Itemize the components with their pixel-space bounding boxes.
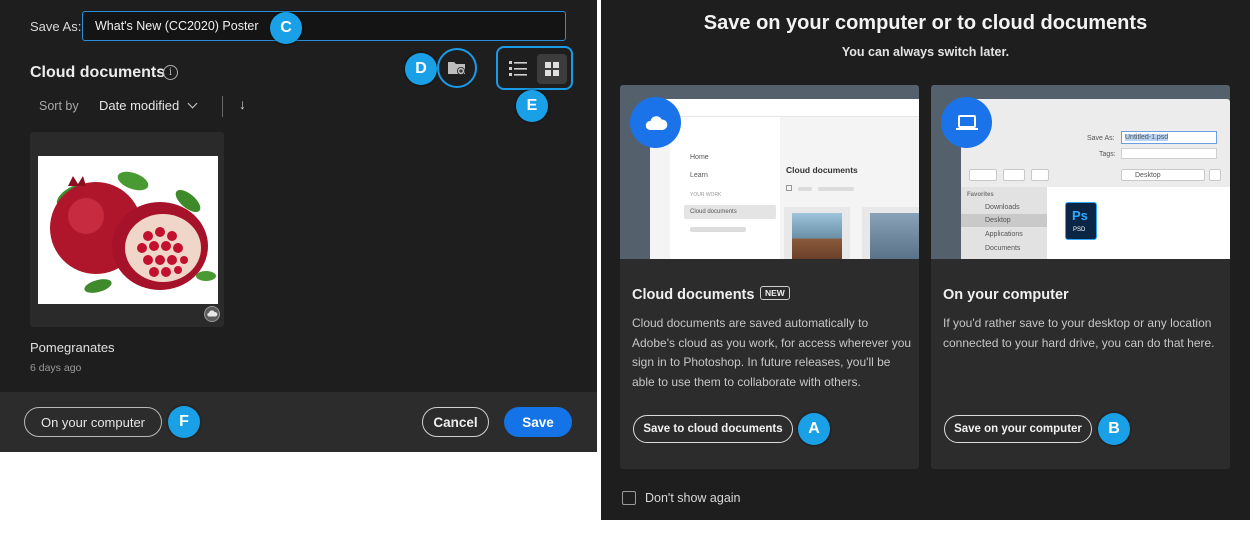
on-your-computer-button[interactable]: On your computer <box>24 407 162 437</box>
cloud-option-description: Cloud documents are saved automatically … <box>632 316 912 390</box>
cloud-documents-preview: Home Learn YOUR WORK Cloud documents Clo… <box>620 85 919 259</box>
cloud-documents-option-card: Home Learn YOUR WORK Cloud documents Clo… <box>620 85 919 469</box>
sort-dropdown[interactable]: Date modified <box>99 98 198 113</box>
new-folder-icon <box>448 62 465 75</box>
section-title: Cloud documents <box>30 64 166 81</box>
dialog-heading: Save on your computer or to cloud docume… <box>703 12 1148 34</box>
callout-badge-b: B <box>1098 413 1130 445</box>
callout-badge-f: F <box>168 406 200 438</box>
preview-tags-label: Tags: <box>1099 151 1116 158</box>
dialog-subheading: You can always switch later. <box>841 45 1010 59</box>
callout-badge-d: D <box>405 53 437 85</box>
list-view-icon <box>509 61 527 76</box>
preview-fav-desktop: Desktop <box>985 217 1011 224</box>
psd-icon-ext: PSD <box>1073 227 1086 233</box>
file-modified-date: 6 days ago <box>30 362 82 374</box>
dont-show-again-checkbox[interactable] <box>622 491 636 505</box>
grid-view-button[interactable] <box>537 54 567 84</box>
file-name: Pomegranates <box>30 340 115 355</box>
cloud-icon <box>630 97 681 148</box>
cloud-option-title: Cloud documents <box>632 287 755 303</box>
dont-show-again-label: Don't show again <box>645 491 741 505</box>
callout-badge-c: C <box>270 12 302 44</box>
list-view-button[interactable] <box>506 56 530 80</box>
preview-location: Desktop <box>1135 172 1161 179</box>
arrow-down-icon[interactable]: ↓ <box>239 96 246 112</box>
file-thumbnail-card[interactable] <box>30 132 224 327</box>
preview-save-as-label: Save As: <box>1087 135 1115 142</box>
view-toggle-group <box>496 46 573 90</box>
save-to-cloud-documents-button[interactable]: Save to cloud documents <box>633 415 793 443</box>
preview-filename: Untitled-1.psd <box>1125 134 1169 141</box>
save-on-your-computer-button[interactable]: Save on your computer <box>944 415 1092 443</box>
grid-view-icon <box>545 62 559 76</box>
preview-favorites: Favorites <box>967 192 994 198</box>
on-your-computer-option-card: Save As: Untitled-1.psd Tags: Desktop Fa… <box>931 85 1230 469</box>
psd-icon-label: Ps <box>1072 208 1088 223</box>
file-thumbnail-image <box>38 156 218 304</box>
save-button[interactable]: Save <box>504 407 572 437</box>
cancel-button[interactable]: Cancel <box>422 407 489 437</box>
dialog-footer: On your computer F Cancel Save <box>0 392 597 452</box>
preview-nav-home: Home <box>690 154 709 161</box>
info-icon[interactable]: i <box>163 65 178 80</box>
preview-window: Home Learn YOUR WORK Cloud documents Clo… <box>650 99 919 259</box>
callout-badge-e: E <box>516 90 548 122</box>
computer-save-preview: Save As: Untitled-1.psd Tags: Desktop Fa… <box>931 85 1230 259</box>
save-dialog-cloud-documents: Save As: C Cloud documents i Sort by Dat… <box>0 0 597 452</box>
preview-nav-learn: Learn <box>690 172 708 179</box>
divider <box>222 96 223 117</box>
preview-nav-cloud: Cloud documents <box>690 209 737 215</box>
dont-show-again-row[interactable]: Don't show again <box>622 491 741 505</box>
laptop-icon <box>941 97 992 148</box>
save-as-label: Save As: <box>30 19 82 34</box>
chevron-down-icon <box>187 98 198 109</box>
cloud-icon <box>204 306 220 322</box>
photoshop-file-icon: Ps PSD <box>1065 202 1097 240</box>
computer-option-description: If you'd rather save to your desktop or … <box>943 316 1215 350</box>
preview-fav-applications: Applications <box>985 231 1023 238</box>
save-location-chooser-dialog: Save on your computer or to cloud docume… <box>601 0 1250 520</box>
preview-save-window: Save As: Untitled-1.psd Tags: Desktop Fa… <box>961 99 1230 259</box>
sort-by-label: Sort by <box>39 99 79 113</box>
filename-input[interactable] <box>82 11 566 41</box>
new-folder-button[interactable] <box>437 48 477 88</box>
preview-nav-section: YOUR WORK <box>690 192 722 198</box>
computer-option-title: On your computer <box>943 287 1069 303</box>
preview-content-title: Cloud documents <box>786 165 858 175</box>
new-badge: NEW <box>760 286 790 300</box>
sort-dropdown-value: Date modified <box>99 98 180 113</box>
preview-fav-documents: Documents <box>985 245 1021 252</box>
preview-fav-downloads: Downloads <box>985 204 1020 211</box>
callout-badge-a: A <box>798 413 830 445</box>
